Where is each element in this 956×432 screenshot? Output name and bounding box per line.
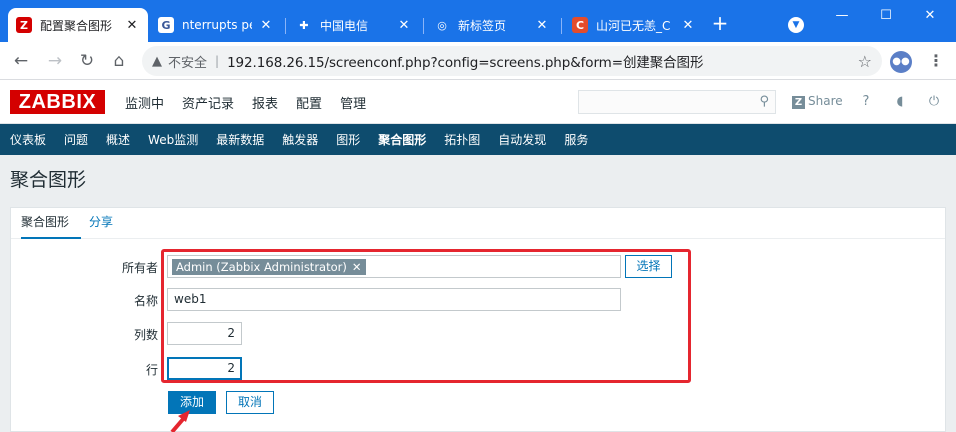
remove-owner-icon[interactable]: ✕	[352, 260, 362, 274]
forward-icon[interactable]: →	[44, 50, 66, 72]
browser-tab[interactable]: ◎ 新标签页 ✕	[426, 8, 558, 42]
sub-menu-screens[interactable]: 聚合图形	[378, 131, 426, 148]
close-tab-icon[interactable]: ✕	[680, 18, 696, 33]
browser-tab-strip: Z 配置聚合图形 ✕ G nterrupts per ✕ ✚ 中国电信 ✕ ◎ …	[0, 0, 956, 42]
cancel-button[interactable]: 取消	[226, 391, 274, 414]
maximize-icon[interactable]: ☐	[872, 6, 900, 26]
top-menu-monitoring[interactable]: 监测中	[125, 93, 164, 112]
global-search-input[interactable]: ⚲	[578, 90, 776, 114]
sub-menu-maps[interactable]: 拓扑图	[444, 131, 480, 148]
tab-divider	[285, 18, 286, 34]
user-profile-icon[interactable]: ◖	[892, 94, 908, 109]
name-label: 名称	[133, 294, 158, 308]
close-tab-icon[interactable]: ✕	[124, 18, 140, 33]
columns-label: 列数	[133, 328, 158, 342]
browser-tab[interactable]: C 山河已无恙_C ✕	[564, 8, 704, 42]
sub-menu-overview[interactable]: 概述	[106, 131, 130, 148]
window-close-icon[interactable]: ✕	[916, 6, 944, 26]
sub-menu-latest-data[interactable]: 最新数据	[216, 131, 264, 148]
security-label: 不安全	[168, 55, 208, 71]
owner-chip: Admin (Zabbix Administrator) ✕	[172, 259, 366, 275]
owner-multiselect[interactable]: Admin (Zabbix Administrator) ✕	[167, 255, 621, 278]
zabbix-logo[interactable]: ZABBIX	[10, 90, 105, 114]
name-input[interactable]: web1	[167, 288, 621, 311]
home-icon[interactable]: ⌂	[108, 50, 130, 72]
url-text[interactable]: 192.168.26.15/screenconf.php?config=scre…	[227, 51, 703, 71]
profile-avatar-icon[interactable]: ●●	[890, 51, 912, 73]
telecom-favicon-icon: ✚	[299, 18, 309, 32]
browser-menu-icon[interactable]: ⋮	[928, 50, 944, 72]
new-tab-icon[interactable]: +	[708, 12, 732, 36]
tab-divider	[423, 18, 424, 34]
tab-divider	[561, 18, 562, 34]
page-title: 聚合图形	[10, 169, 87, 191]
tab-sharing[interactable]: 分享	[89, 208, 113, 239]
sub-menu-triggers[interactable]: 触发器	[282, 131, 318, 148]
back-icon[interactable]: ←	[10, 50, 32, 72]
tab-search-icon[interactable]: ▼	[788, 17, 804, 33]
rows-input[interactable]: 2	[167, 357, 242, 380]
share-label: Share	[808, 94, 843, 108]
tab-label: 新标签页	[458, 18, 507, 33]
select-owner-button[interactable]: 选择	[625, 255, 672, 278]
close-tab-icon[interactable]: ✕	[258, 18, 274, 33]
tab-label: 配置聚合图形	[40, 18, 113, 33]
browser-tab-active[interactable]: Z 配置聚合图形 ✕	[8, 8, 148, 42]
logout-icon[interactable]: ⏻	[926, 94, 942, 109]
owner-chip-label: Admin (Zabbix Administrator)	[176, 260, 347, 274]
csdn-favicon-icon: C	[572, 17, 588, 33]
form-tabs: 聚合图形 分享	[11, 208, 945, 239]
top-menu-configuration[interactable]: 配置	[296, 93, 322, 112]
form-panel: 聚合图形 分享	[10, 207, 946, 432]
divider: |	[215, 54, 220, 68]
tab-label: 中国电信	[320, 18, 369, 33]
sub-menu-web[interactable]: Web监测	[148, 131, 198, 148]
sub-menu: 仪表板 问题 概述 Web监测 最新数据 触发器 图形 聚合图形 拓扑图 自动发…	[0, 124, 956, 155]
top-menu-reports[interactable]: 报表	[252, 93, 278, 112]
annotation-arrow-icon	[170, 410, 190, 432]
newtab-favicon-icon: ◎	[437, 18, 447, 32]
warning-icon[interactable]: ▲	[152, 54, 162, 69]
browser-tab[interactable]: ✚ 中国电信 ✕	[288, 8, 420, 42]
search-icon[interactable]: ⚲	[759, 94, 769, 109]
share-logo-icon: Z	[792, 96, 805, 109]
close-tab-icon[interactable]: ✕	[396, 18, 412, 33]
zabbix-favicon-icon: Z	[16, 17, 32, 33]
browser-toolbar: ← → ↻ ⌂ ▲ 不安全 | 192.168.26.15/screenconf…	[0, 42, 956, 80]
site-favicon-icon: G	[158, 17, 174, 33]
top-menu-inventory[interactable]: 资产记录	[182, 93, 234, 112]
close-tab-icon[interactable]: ✕	[534, 18, 550, 33]
tab-label: 山河已无恙_C	[596, 18, 671, 33]
help-icon[interactable]: ?	[858, 94, 874, 109]
sub-menu-dashboard[interactable]: 仪表板	[10, 131, 46, 148]
owner-label: 所有者	[121, 261, 158, 275]
zabbix-share-link[interactable]: Z Share	[792, 94, 843, 109]
sub-menu-graphs[interactable]: 图形	[336, 131, 360, 148]
columns-input[interactable]: 2	[167, 322, 242, 345]
browser-tab[interactable]: G nterrupts per ✕	[150, 8, 282, 42]
address-bar[interactable]: ▲ 不安全 | 192.168.26.15/screenconf.php?con…	[142, 46, 882, 76]
rows-label: 行	[145, 363, 158, 377]
top-menu: 监测中 资产记录 报表 配置 管理	[125, 80, 384, 124]
top-menu-administration[interactable]: 管理	[340, 93, 366, 112]
tab-screen[interactable]: 聚合图形	[21, 208, 81, 239]
sub-menu-discovery[interactable]: 自动发现	[498, 131, 546, 148]
bookmark-star-icon[interactable]: ☆	[858, 52, 872, 71]
minimize-icon[interactable]: —	[828, 6, 856, 26]
reload-icon[interactable]: ↻	[76, 50, 98, 72]
sub-menu-services[interactable]: 服务	[564, 131, 588, 148]
tab-label: nterrupts per	[182, 18, 252, 32]
sub-menu-problems[interactable]: 问题	[64, 131, 88, 148]
